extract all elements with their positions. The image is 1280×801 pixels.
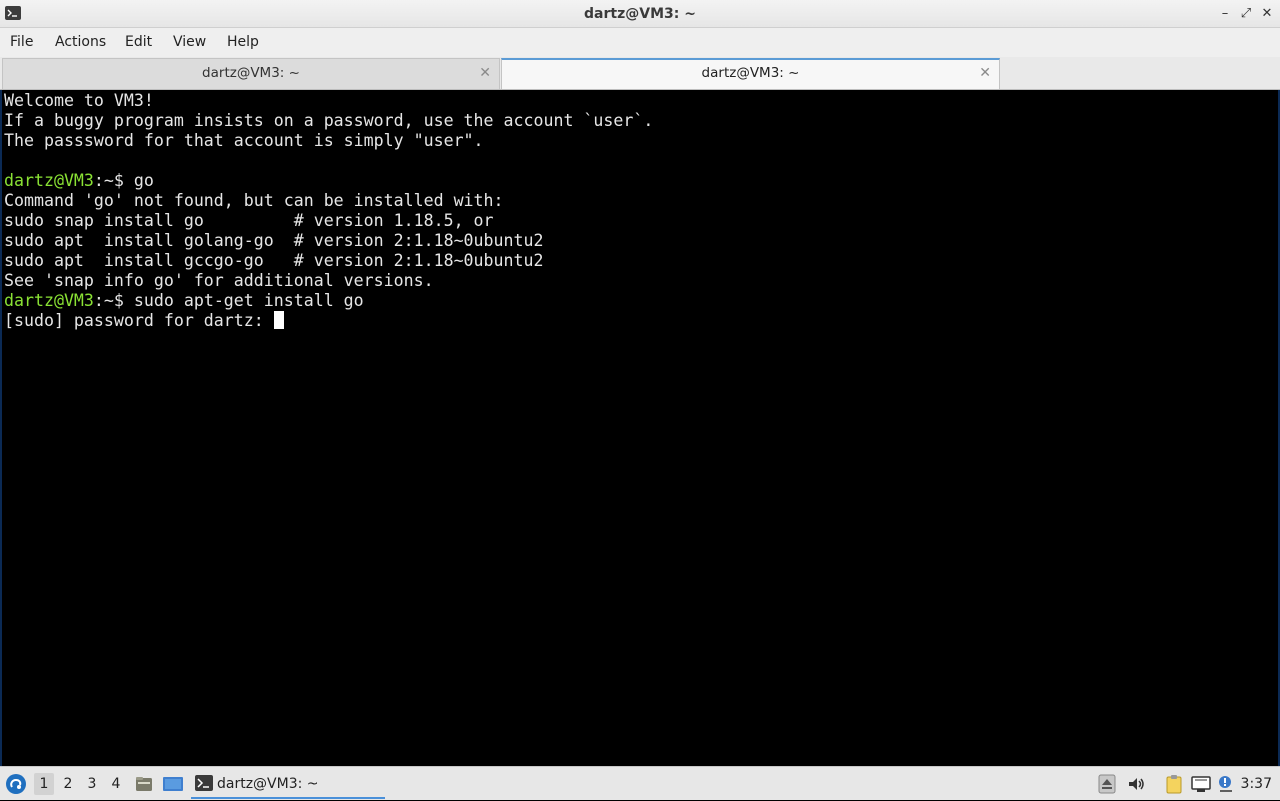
minimize-icon[interactable]: – [1217, 5, 1233, 23]
tab-terminal-1[interactable]: dartz@VM3: ~ ✕ [2, 58, 500, 89]
tab-bar: dartz@VM3: ~ ✕ dartz@VM3: ~ ✕ [0, 57, 1280, 90]
terminal-line: sudo apt install gccgo-go # version 2:1.… [4, 251, 544, 270]
prompt-user: dartz@VM3 [4, 291, 94, 310]
tab-close-icon[interactable]: ✕ [479, 59, 491, 88]
clock[interactable]: 3:37 [1241, 767, 1272, 801]
taskbar: 1 2 3 4 dartz@VM3: ~ 3:37 [0, 766, 1280, 800]
tab-label: dartz@VM3: ~ [701, 65, 800, 81]
terminal-icon [195, 775, 213, 791]
menu-file[interactable]: File [10, 28, 33, 57]
window-title: dartz@VM3: ~ [584, 6, 696, 22]
menu-help[interactable]: Help [227, 28, 259, 57]
tab-close-icon[interactable]: ✕ [979, 60, 991, 87]
menu-view[interactable]: View [173, 28, 206, 57]
clipboard-icon[interactable] [1164, 774, 1184, 794]
prompt-path: :~$ [93, 171, 134, 190]
terminal-line: Command 'go' not found, but can be insta… [4, 191, 504, 210]
terminal-line: The passsword for that account is simply… [4, 131, 484, 150]
file-manager-icon[interactable] [134, 774, 154, 794]
terminal-line: dartz@VM3:~$ sudo apt-get install go [4, 291, 364, 310]
workspace-1[interactable]: 1 [34, 773, 54, 795]
terminal-line: See 'snap info go' for additional versio… [4, 271, 434, 290]
tab-label: dartz@VM3: ~ [202, 65, 300, 81]
taskbar-window-button[interactable]: dartz@VM3: ~ [191, 769, 385, 799]
start-menu-icon[interactable] [6, 774, 26, 794]
terminal-line: [sudo] password for dartz: [4, 311, 284, 331]
network-icon[interactable] [1190, 774, 1211, 794]
title-bar: dartz@VM3: ~ – ⤢ ✕ [0, 0, 1280, 28]
taskbar-window-label: dartz@VM3: ~ [217, 776, 319, 792]
terminal-line: sudo apt install golang-go # version 2:1… [4, 231, 544, 250]
menu-edit[interactable]: Edit [125, 28, 152, 57]
workspace-2[interactable]: 2 [58, 773, 78, 795]
tray-eject-icon[interactable] [1098, 774, 1118, 794]
workspace-4[interactable]: 4 [106, 773, 126, 795]
terminal-output[interactable]: Welcome to VM3! If a buggy program insis… [0, 90, 1280, 766]
menu-actions[interactable]: Actions [55, 28, 106, 57]
prompt-user: dartz@VM3 [4, 171, 94, 190]
terminal-line: sudo snap install go # version 1.18.5, o… [4, 211, 494, 230]
workspace-3[interactable]: 3 [82, 773, 102, 795]
volume-icon[interactable] [1126, 774, 1146, 794]
maximize-icon[interactable]: ⤢ [1238, 5, 1254, 23]
prompt-path: :~$ [93, 291, 134, 310]
notification-icon[interactable] [1216, 774, 1236, 794]
show-desktop-icon[interactable] [162, 774, 183, 794]
terminal-line: If a buggy program insists on a password… [4, 111, 654, 130]
terminal-line: dartz@VM3:~$ go [4, 171, 154, 190]
menu-bar: File Actions Edit View Help [0, 28, 1280, 57]
close-icon[interactable]: ✕ [1259, 5, 1275, 23]
tab-terminal-2[interactable]: dartz@VM3: ~ ✕ [501, 58, 1000, 89]
text-cursor [273, 311, 284, 329]
terminal-line: Welcome to VM3! [4, 91, 154, 110]
